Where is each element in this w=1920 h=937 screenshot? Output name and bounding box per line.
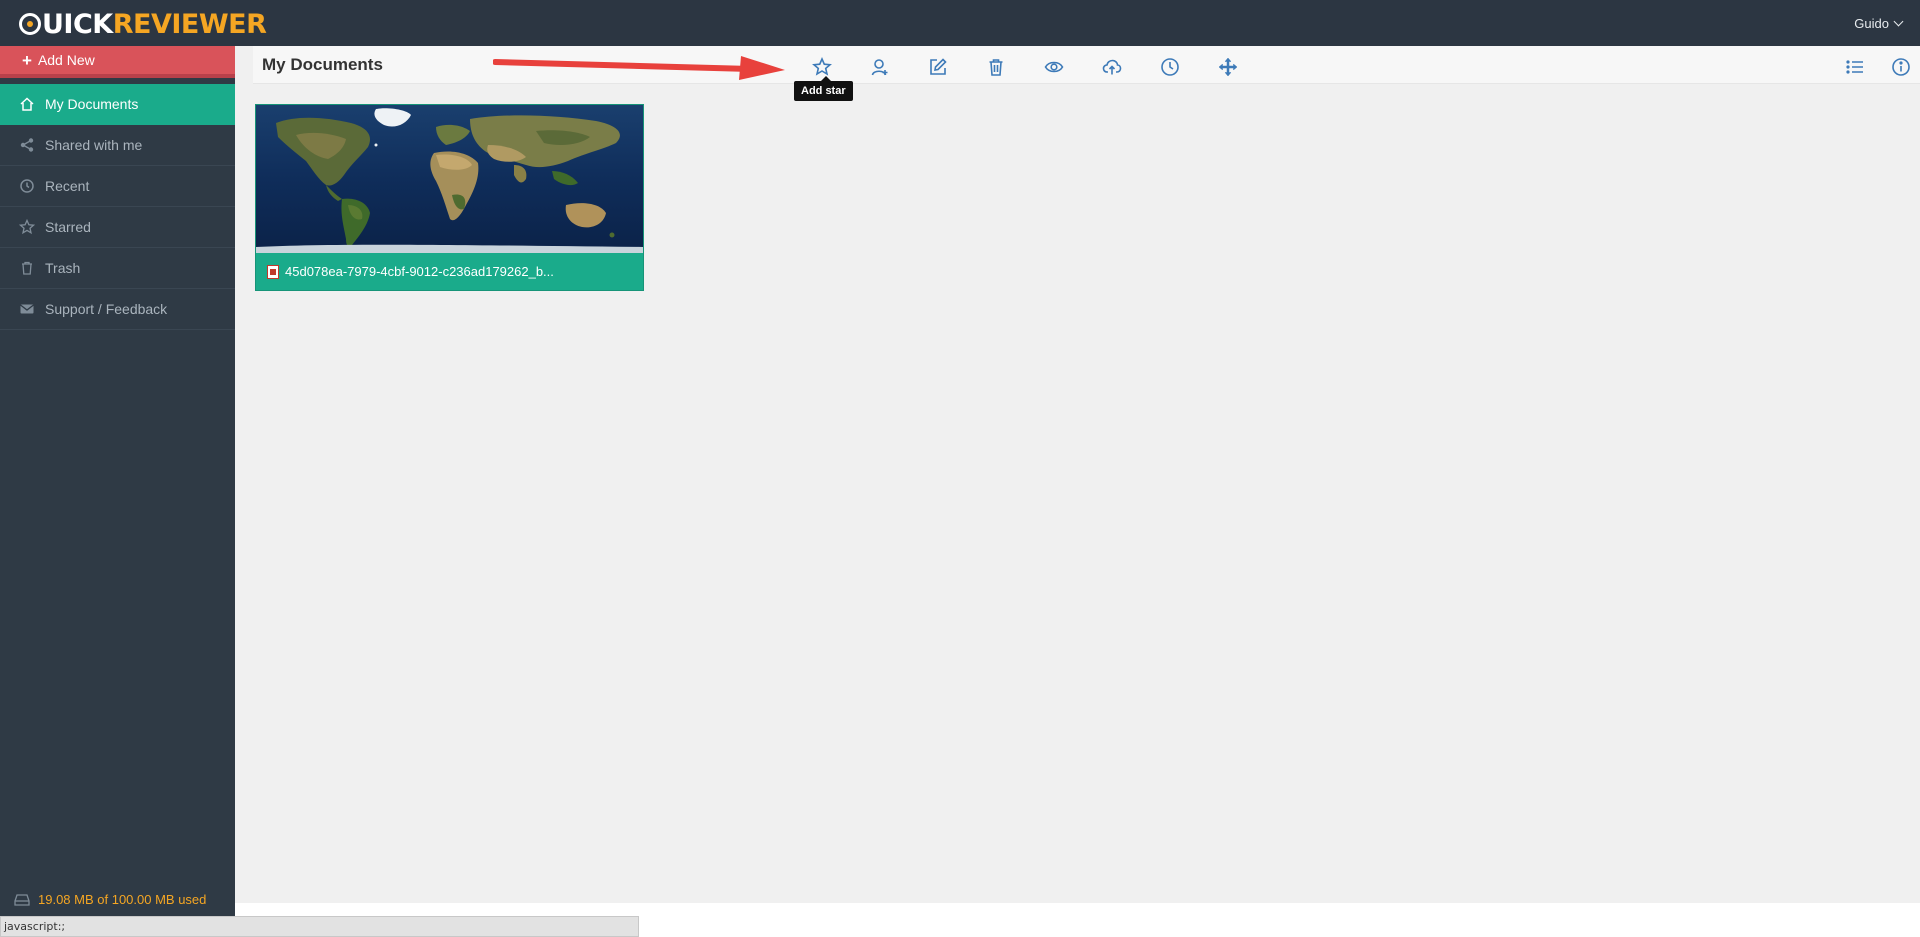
move-button[interactable] (1217, 56, 1239, 78)
logo-text-quick: UICK (42, 8, 113, 40)
star-icon (18, 219, 35, 236)
add-new-button[interactable]: + Add New (0, 46, 235, 78)
user-menu[interactable]: Guido (1854, 16, 1904, 31)
logo-q-mark (19, 13, 41, 35)
plus-icon: + (22, 50, 32, 70)
sidebar-item-shared-with-me[interactable]: Shared with me (0, 125, 235, 166)
sidebar-item-support-feedback[interactable]: Support / Feedback (0, 289, 235, 330)
sidebar-nav: My Documents Shared with me Recent Starr… (0, 84, 235, 330)
sidebar-item-label: My Documents (45, 96, 139, 112)
history-button[interactable] (1159, 56, 1181, 78)
info-button[interactable] (1890, 56, 1912, 78)
sidebar-item-label: Trash (45, 260, 81, 276)
chevron-down-icon (1893, 16, 1904, 27)
home-icon (18, 96, 35, 113)
storage-usage: 19.08 MB of 100.00 MB used (14, 892, 206, 907)
document-name: 45d078ea-7979-4cbf-9012-c236ad179262_b..… (285, 264, 554, 279)
list-view-button[interactable] (1844, 56, 1866, 78)
document-thumbnail[interactable] (256, 105, 643, 253)
document-card-footer[interactable]: 45d078ea-7979-4cbf-9012-c236ad179262_b..… (256, 253, 643, 290)
eye-icon (1044, 61, 1064, 73)
envelope-icon (18, 301, 35, 318)
info-icon (1892, 58, 1910, 76)
sidebar-item-starred[interactable]: Starred (0, 207, 235, 248)
page-title: My Documents (262, 55, 383, 74)
preview-button[interactable] (1043, 56, 1065, 78)
sidebar-item-trash[interactable]: Trash (0, 248, 235, 289)
hard-drive-icon (14, 893, 30, 906)
red-arrow-annotation (493, 56, 785, 80)
edit-button[interactable] (927, 56, 949, 78)
sidebar-item-label: Recent (45, 178, 90, 194)
main-content: My Documents Add star 45d078ea-7979-4cbf… (235, 46, 1920, 903)
sidebar-item-label: Shared with me (45, 137, 143, 153)
edit-icon (930, 58, 947, 75)
move-icon (1218, 57, 1238, 77)
user-name: Guido (1854, 16, 1889, 31)
trash-icon (989, 59, 1003, 76)
star-icon (812, 57, 832, 76)
user-icon (871, 59, 888, 76)
toolbar: My Documents Add star (253, 46, 1920, 101)
sidebar-item-label: Starred (45, 219, 91, 235)
sidebar-item-label: Support / Feedback (45, 301, 168, 317)
delete-button[interactable] (985, 56, 1007, 78)
app-logo[interactable]: UICK REVIEWER (19, 8, 267, 40)
cloud-upload-icon (1102, 59, 1122, 75)
sidebar: + Add New My Documents Shared with me Re… (0, 46, 235, 937)
logo-text-reviewer: REVIEWER (112, 8, 267, 40)
pdf-file-icon (267, 264, 279, 279)
trash-icon (18, 260, 35, 277)
add-new-label: Add New (37, 52, 95, 68)
document-card[interactable]: 45d078ea-7979-4cbf-9012-c236ad179262_b..… (255, 104, 644, 291)
clock-icon (1161, 58, 1179, 76)
browser-status-bar: javascript:; (0, 916, 639, 937)
share-icon (18, 137, 35, 154)
share-user-button[interactable] (869, 56, 891, 78)
clock-icon (18, 178, 35, 195)
sidebar-item-my-documents[interactable]: My Documents (0, 84, 235, 125)
list-view-icon (1846, 60, 1863, 74)
add-star-button[interactable] (811, 56, 833, 78)
upload-button[interactable] (1101, 56, 1123, 78)
tooltip: Add star (794, 76, 853, 101)
storage-text: 19.08 MB of 100.00 MB used (38, 892, 207, 907)
sidebar-item-recent[interactable]: Recent (0, 166, 235, 207)
world-map-thumbnail (256, 105, 643, 253)
top-bar: UICK REVIEWER Guido (0, 0, 1920, 46)
